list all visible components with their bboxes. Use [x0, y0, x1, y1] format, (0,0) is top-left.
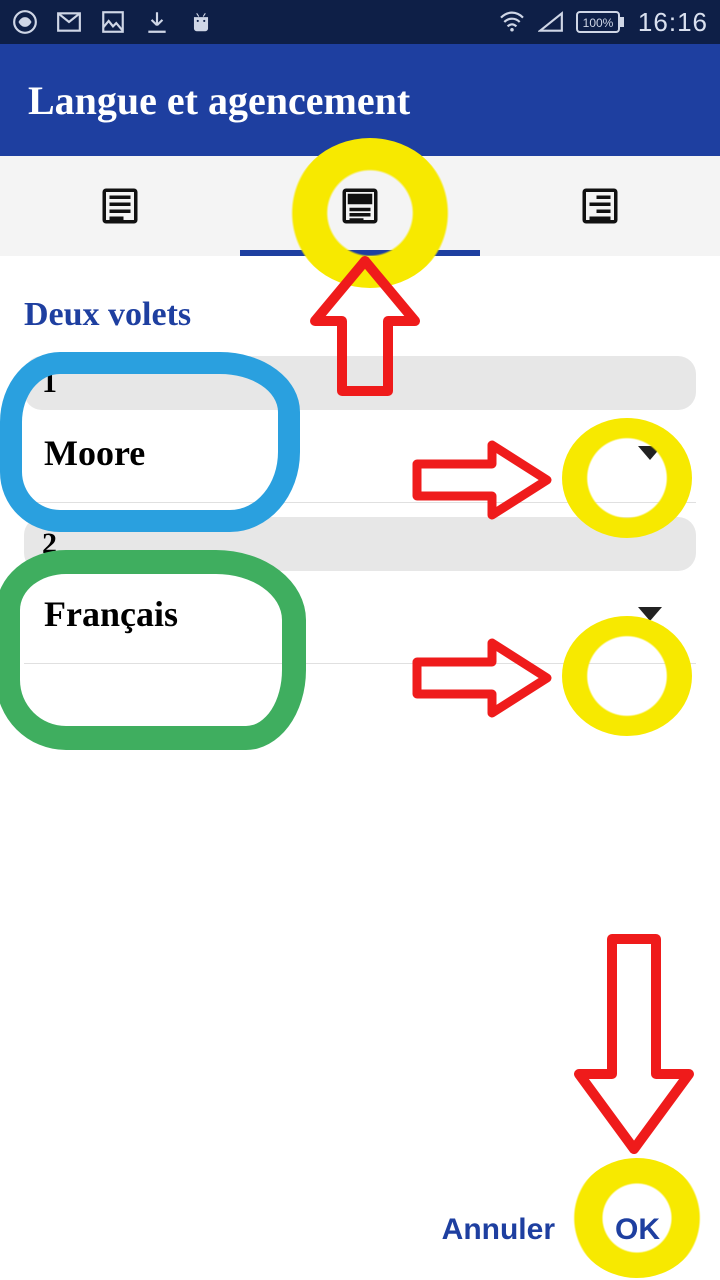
wifi-icon: [498, 11, 526, 33]
download-icon: [144, 9, 170, 35]
pane-number-2: 2: [24, 517, 696, 571]
app-bar: Langue et agencement: [0, 44, 720, 156]
ok-button[interactable]: OK: [615, 1213, 660, 1247]
tab-single-pane[interactable]: [0, 156, 240, 256]
battery-icon: 100%: [576, 11, 626, 33]
gallery-icon: [100, 9, 126, 35]
gmail-icon: [56, 9, 82, 35]
android-icon: [188, 9, 214, 35]
layout-tabs: [0, 156, 720, 256]
two-pane-icon: [339, 185, 381, 227]
cancel-button[interactable]: Annuler: [442, 1213, 555, 1247]
single-pane-icon: [99, 185, 141, 227]
dialog-footer: Annuler OK: [0, 1180, 720, 1280]
dropdown-arrow-icon: [638, 607, 662, 621]
content-area: Deux volets 1 Moore 2 Français: [0, 256, 720, 1180]
verse-pane-icon: [579, 185, 621, 227]
clock-text: 16:16: [638, 7, 708, 38]
dropdown-arrow-icon: [638, 446, 662, 460]
language-selector-2[interactable]: Français: [24, 571, 696, 664]
section-title: Deux volets: [24, 296, 696, 334]
language-selector-1[interactable]: Moore: [24, 410, 696, 503]
svg-text:100%: 100%: [583, 16, 614, 30]
pane-number-1: 1: [24, 356, 696, 410]
language-name-2: Français: [44, 593, 178, 635]
tab-two-pane[interactable]: [240, 156, 480, 256]
phoenix-icon: [12, 9, 38, 35]
tab-verse-by-verse[interactable]: [480, 156, 720, 256]
signal-icon: [538, 11, 564, 33]
page-title: Langue et agencement: [28, 77, 410, 124]
android-statusbar: 100% 16:16: [0, 0, 720, 44]
language-name-1: Moore: [44, 432, 145, 474]
